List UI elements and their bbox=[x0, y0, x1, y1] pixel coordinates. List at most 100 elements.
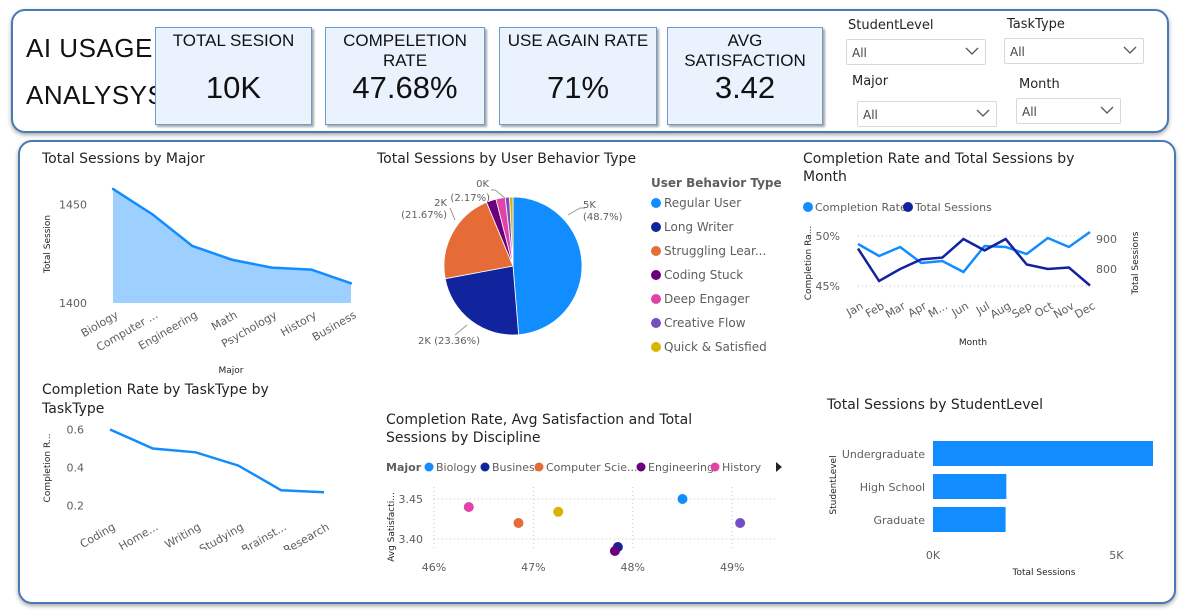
data-point bbox=[230, 258, 234, 261]
app-title-line2: ANALYSYS bbox=[26, 80, 166, 110]
legend-item: Deep Engager bbox=[664, 292, 750, 306]
data-label: 2K bbox=[434, 198, 447, 209]
legend-item: Completion Rate bbox=[815, 201, 907, 214]
chart-title-month-line1: Completion Rate and Total Sessions by bbox=[803, 151, 1075, 167]
legend-item: Coding Stuck bbox=[664, 268, 743, 282]
data-point bbox=[310, 268, 313, 271]
x-tick-label: Studying bbox=[197, 520, 246, 550]
y-tick-label: 45% bbox=[816, 280, 840, 293]
legend-marker bbox=[903, 202, 913, 212]
y-tick-label: 3.45 bbox=[399, 493, 424, 506]
tasktype-dropdown[interactable]: All bbox=[1004, 38, 1144, 64]
chart-title-sessions-by-studentlevel: Total Sessions by StudentLevel bbox=[827, 397, 1043, 413]
leader-line bbox=[491, 189, 506, 199]
kpi-label: TOTAL SESION bbox=[172, 31, 295, 50]
x-tick-label: Research bbox=[281, 520, 331, 550]
chart-title-sessions-by-behavior: Total Sessions by User Behavior Type bbox=[377, 151, 637, 167]
y-tick-label: 0.4 bbox=[67, 462, 85, 475]
chart-title-month-line2: Month bbox=[803, 169, 847, 185]
chart-title-tasktype-line1: Completion Rate by TaskType by bbox=[42, 382, 269, 398]
chart-title-discipline-line2: Sessions by Discipline bbox=[386, 430, 541, 446]
y-tick-label: High School bbox=[860, 481, 925, 494]
slicer-label-studentlevel: StudentLevel bbox=[848, 18, 934, 33]
y-axis-title: Completion R... bbox=[43, 434, 53, 503]
kpi-value: 71% bbox=[546, 70, 610, 105]
bar bbox=[933, 507, 1006, 532]
chart-title-tasktype-line2: TaskType bbox=[42, 401, 105, 417]
y-tick-label: 3.40 bbox=[399, 533, 424, 546]
kpi-card-avg-satisfaction[interactable]: AVG SATISFACTION 3.42 bbox=[667, 27, 823, 125]
legend-marker bbox=[480, 462, 490, 472]
dropdown-value: All bbox=[852, 46, 867, 60]
y-tick-label: 0.6 bbox=[67, 424, 85, 437]
y-axis-title: Total Session bbox=[43, 215, 53, 274]
legend-item: Struggling Lear... bbox=[664, 244, 766, 258]
kpi-card-total-sessions[interactable]: TOTAL SESION 10K bbox=[155, 27, 312, 125]
slicer-label-major: Major bbox=[852, 74, 889, 89]
chart-title-discipline-line1: Completion Rate, Avg Satisfaction and To… bbox=[386, 412, 693, 428]
legend-marker bbox=[651, 246, 661, 256]
x-tick-label: Dec bbox=[1073, 299, 1098, 321]
y-axis-title-left: Completion Ra... bbox=[804, 226, 814, 301]
line-chart-completion-sessions-by-month[interactable]: Completion Rate Total Sessions 45% 50% 800 90… bbox=[798, 195, 1158, 355]
x-tick-label: 0K bbox=[926, 549, 941, 562]
scatter-point bbox=[677, 494, 688, 504]
series-line bbox=[856, 237, 1091, 287]
y-axis-title: StudentLevel bbox=[829, 455, 839, 514]
series-line bbox=[109, 428, 325, 494]
legend-item: Regular User bbox=[664, 196, 741, 210]
data-label: 2K (23.36%) bbox=[418, 336, 480, 347]
chart-title-sessions-by-major: Total Sessions by Major bbox=[42, 151, 205, 167]
scatter-point bbox=[513, 518, 524, 528]
data-point bbox=[111, 187, 115, 191]
y-axis-title: Avg Satisfacti... bbox=[387, 492, 397, 562]
pie-chart-sessions-by-behavior[interactable]: 5K(48.7%) 2K (23.36%) 2K(21.67%) 0K (2.17%) U… bbox=[395, 170, 785, 360]
y-axis-title-right: Total Sessions bbox=[1131, 231, 1141, 295]
scatter-point bbox=[463, 502, 474, 512]
legend-item: Quick & Satisfied bbox=[664, 340, 767, 354]
chevron-down-icon bbox=[976, 109, 990, 117]
x-tick-label: Home... bbox=[117, 520, 161, 550]
scatter-chart-discipline[interactable]: Major Biology Business Computer Scie... Engi… bbox=[382, 455, 792, 580]
legend-item: Engineering bbox=[648, 461, 714, 474]
legend-marker bbox=[651, 270, 661, 280]
y-tick-label: Undergraduate bbox=[842, 448, 925, 461]
legend-title: Major bbox=[386, 461, 422, 474]
area-chart-sessions-by-major[interactable]: 14001450BiologyComputer ...Engineering Ma… bbox=[38, 170, 368, 385]
kpi-label: USE AGAIN RATE bbox=[507, 31, 649, 50]
kpi-card-completion-rate[interactable]: COMPELETION RATE 47.68% bbox=[325, 27, 485, 125]
month-dropdown[interactable]: All bbox=[1016, 98, 1121, 124]
legend-item: Computer Scie... bbox=[546, 461, 638, 474]
x-tick-label: Business bbox=[310, 308, 359, 344]
major-dropdown[interactable]: All bbox=[857, 101, 997, 127]
data-label: (2.17%) bbox=[450, 193, 490, 204]
chevron-down-icon bbox=[1100, 106, 1114, 114]
legend-marker bbox=[651, 318, 661, 328]
area-fill bbox=[113, 188, 351, 303]
legend-item: Creative Flow bbox=[664, 316, 746, 330]
line-chart-completion-by-tasktype[interactable]: 0.20.40.6Coding Home... WritingStudyingBra… bbox=[38, 420, 358, 551]
bar bbox=[933, 441, 1153, 466]
dropdown-value: All bbox=[863, 108, 878, 122]
kpi-card-use-again-rate[interactable]: USE AGAIN RATE 71% bbox=[499, 27, 657, 125]
y-tick-label-right: 800 bbox=[1096, 263, 1117, 276]
legend-marker bbox=[651, 222, 661, 232]
studentlevel-dropdown[interactable]: All bbox=[846, 39, 986, 65]
kpi-value: 47.68% bbox=[352, 70, 458, 105]
leader-line bbox=[454, 324, 468, 336]
data-point bbox=[270, 266, 273, 269]
x-tick-label: 5K bbox=[1109, 549, 1124, 562]
legend-item: Biology bbox=[436, 461, 477, 474]
x-axis-title: Total Sessions bbox=[1012, 568, 1076, 578]
y-tick-label: 50% bbox=[816, 230, 840, 243]
legend-next-icon bbox=[776, 462, 782, 472]
x-axis-title: Month bbox=[959, 338, 987, 348]
legend-marker bbox=[424, 462, 434, 472]
legend-item: Long Writer bbox=[664, 220, 734, 234]
x-tick-label: Mar bbox=[883, 299, 908, 321]
dropdown-value: All bbox=[1010, 45, 1025, 59]
data-point bbox=[191, 244, 194, 248]
kpi-label: AVG SATISFACTION bbox=[684, 31, 806, 70]
bar-chart-sessions-by-studentlevel[interactable]: Undergraduate High School Graduate 0K 5K Tota… bbox=[822, 425, 1167, 580]
x-tick-label: 49% bbox=[720, 561, 744, 574]
